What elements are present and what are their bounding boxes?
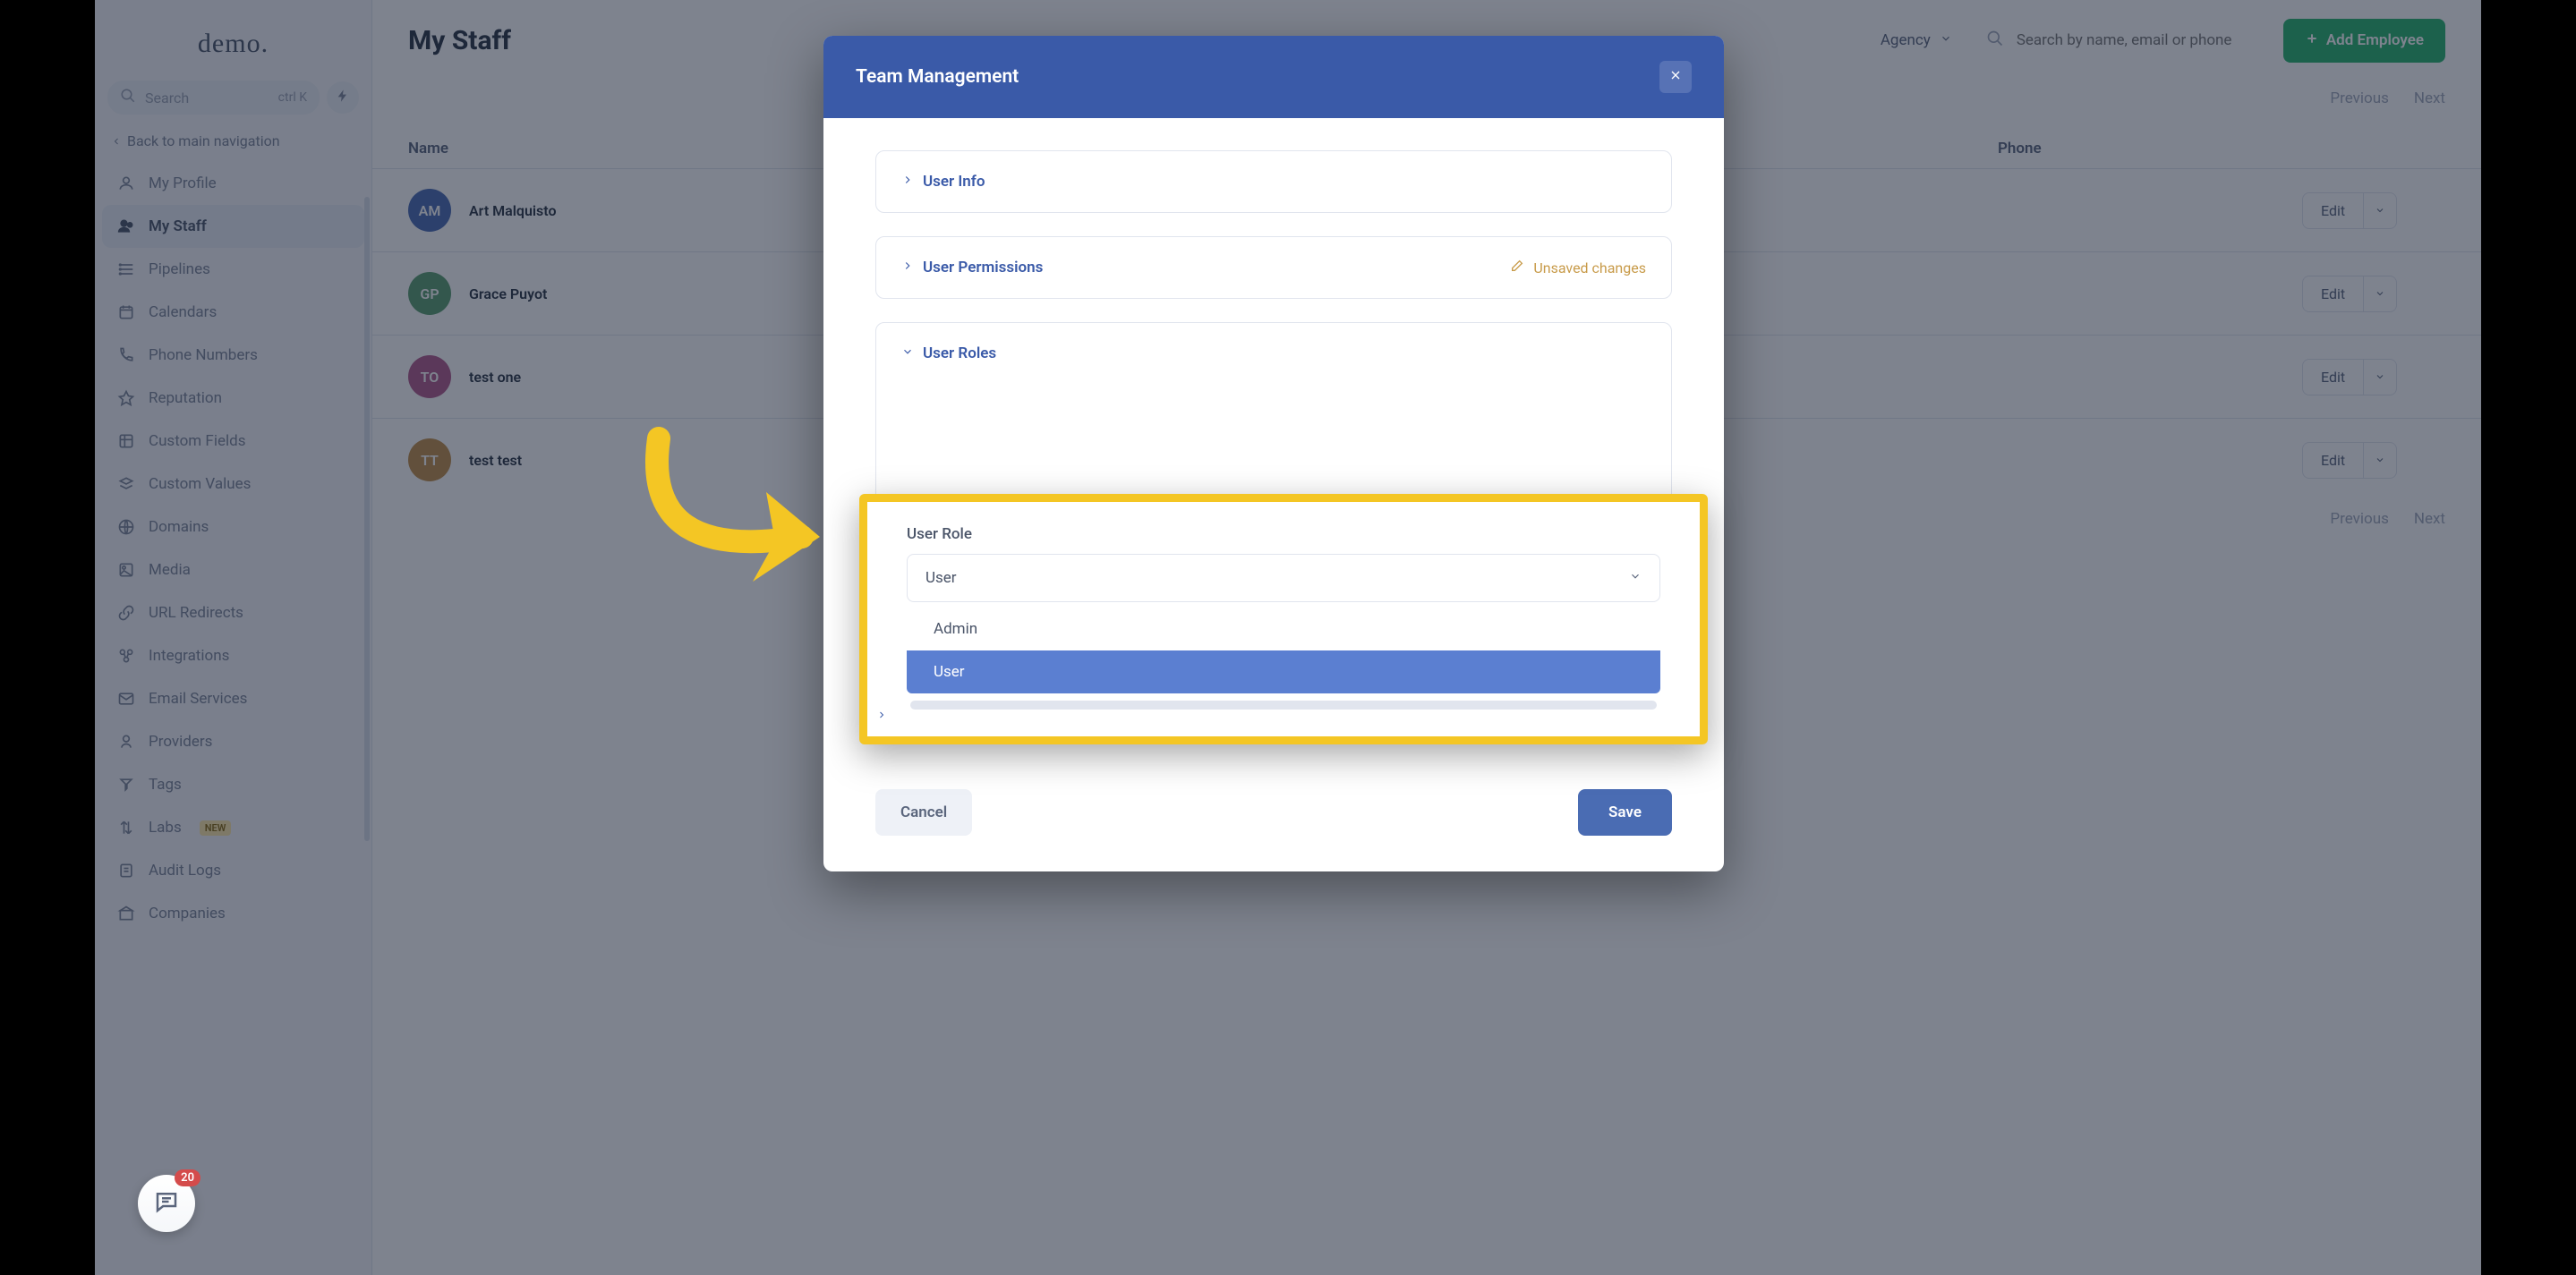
chevron-right-icon [901,173,914,191]
unsaved-changes-note: Unsaved changes [1510,259,1646,276]
chevron-down-icon [1629,569,1642,587]
role-option-admin[interactable]: Admin [907,608,1660,650]
cancel-button[interactable]: Cancel [875,789,972,836]
role-option-user[interactable]: User [907,650,1660,693]
pencil-icon [1510,259,1524,276]
panel-user-permissions[interactable]: User Permissions Unsaved changes [875,236,1672,299]
chat-widget[interactable]: 20 [138,1175,195,1232]
modal-title: Team Management [856,66,1019,88]
chevron-right-icon [876,707,887,724]
dropdown-scrollbar[interactable] [910,701,1657,710]
close-icon [1668,68,1683,86]
modal-header: Team Management [823,36,1724,118]
chat-icon [153,1188,180,1219]
panel-user-info[interactable]: User Info [875,150,1672,213]
team-management-modal: Team Management User Info User Permissio… [823,36,1724,871]
modal-footer: Cancel Save [823,768,1724,871]
chat-badge: 20 [175,1169,200,1186]
user-role-label: User Role [907,525,1660,543]
user-role-select[interactable]: User [907,554,1660,602]
save-button[interactable]: Save [1578,789,1672,836]
chevron-down-icon [901,344,914,362]
modal-close-button[interactable] [1659,61,1692,93]
user-role-options: AdminUser [907,608,1660,693]
chevron-right-icon [901,259,914,276]
user-role-dropdown-highlight: User Role User AdminUser [859,494,1708,744]
